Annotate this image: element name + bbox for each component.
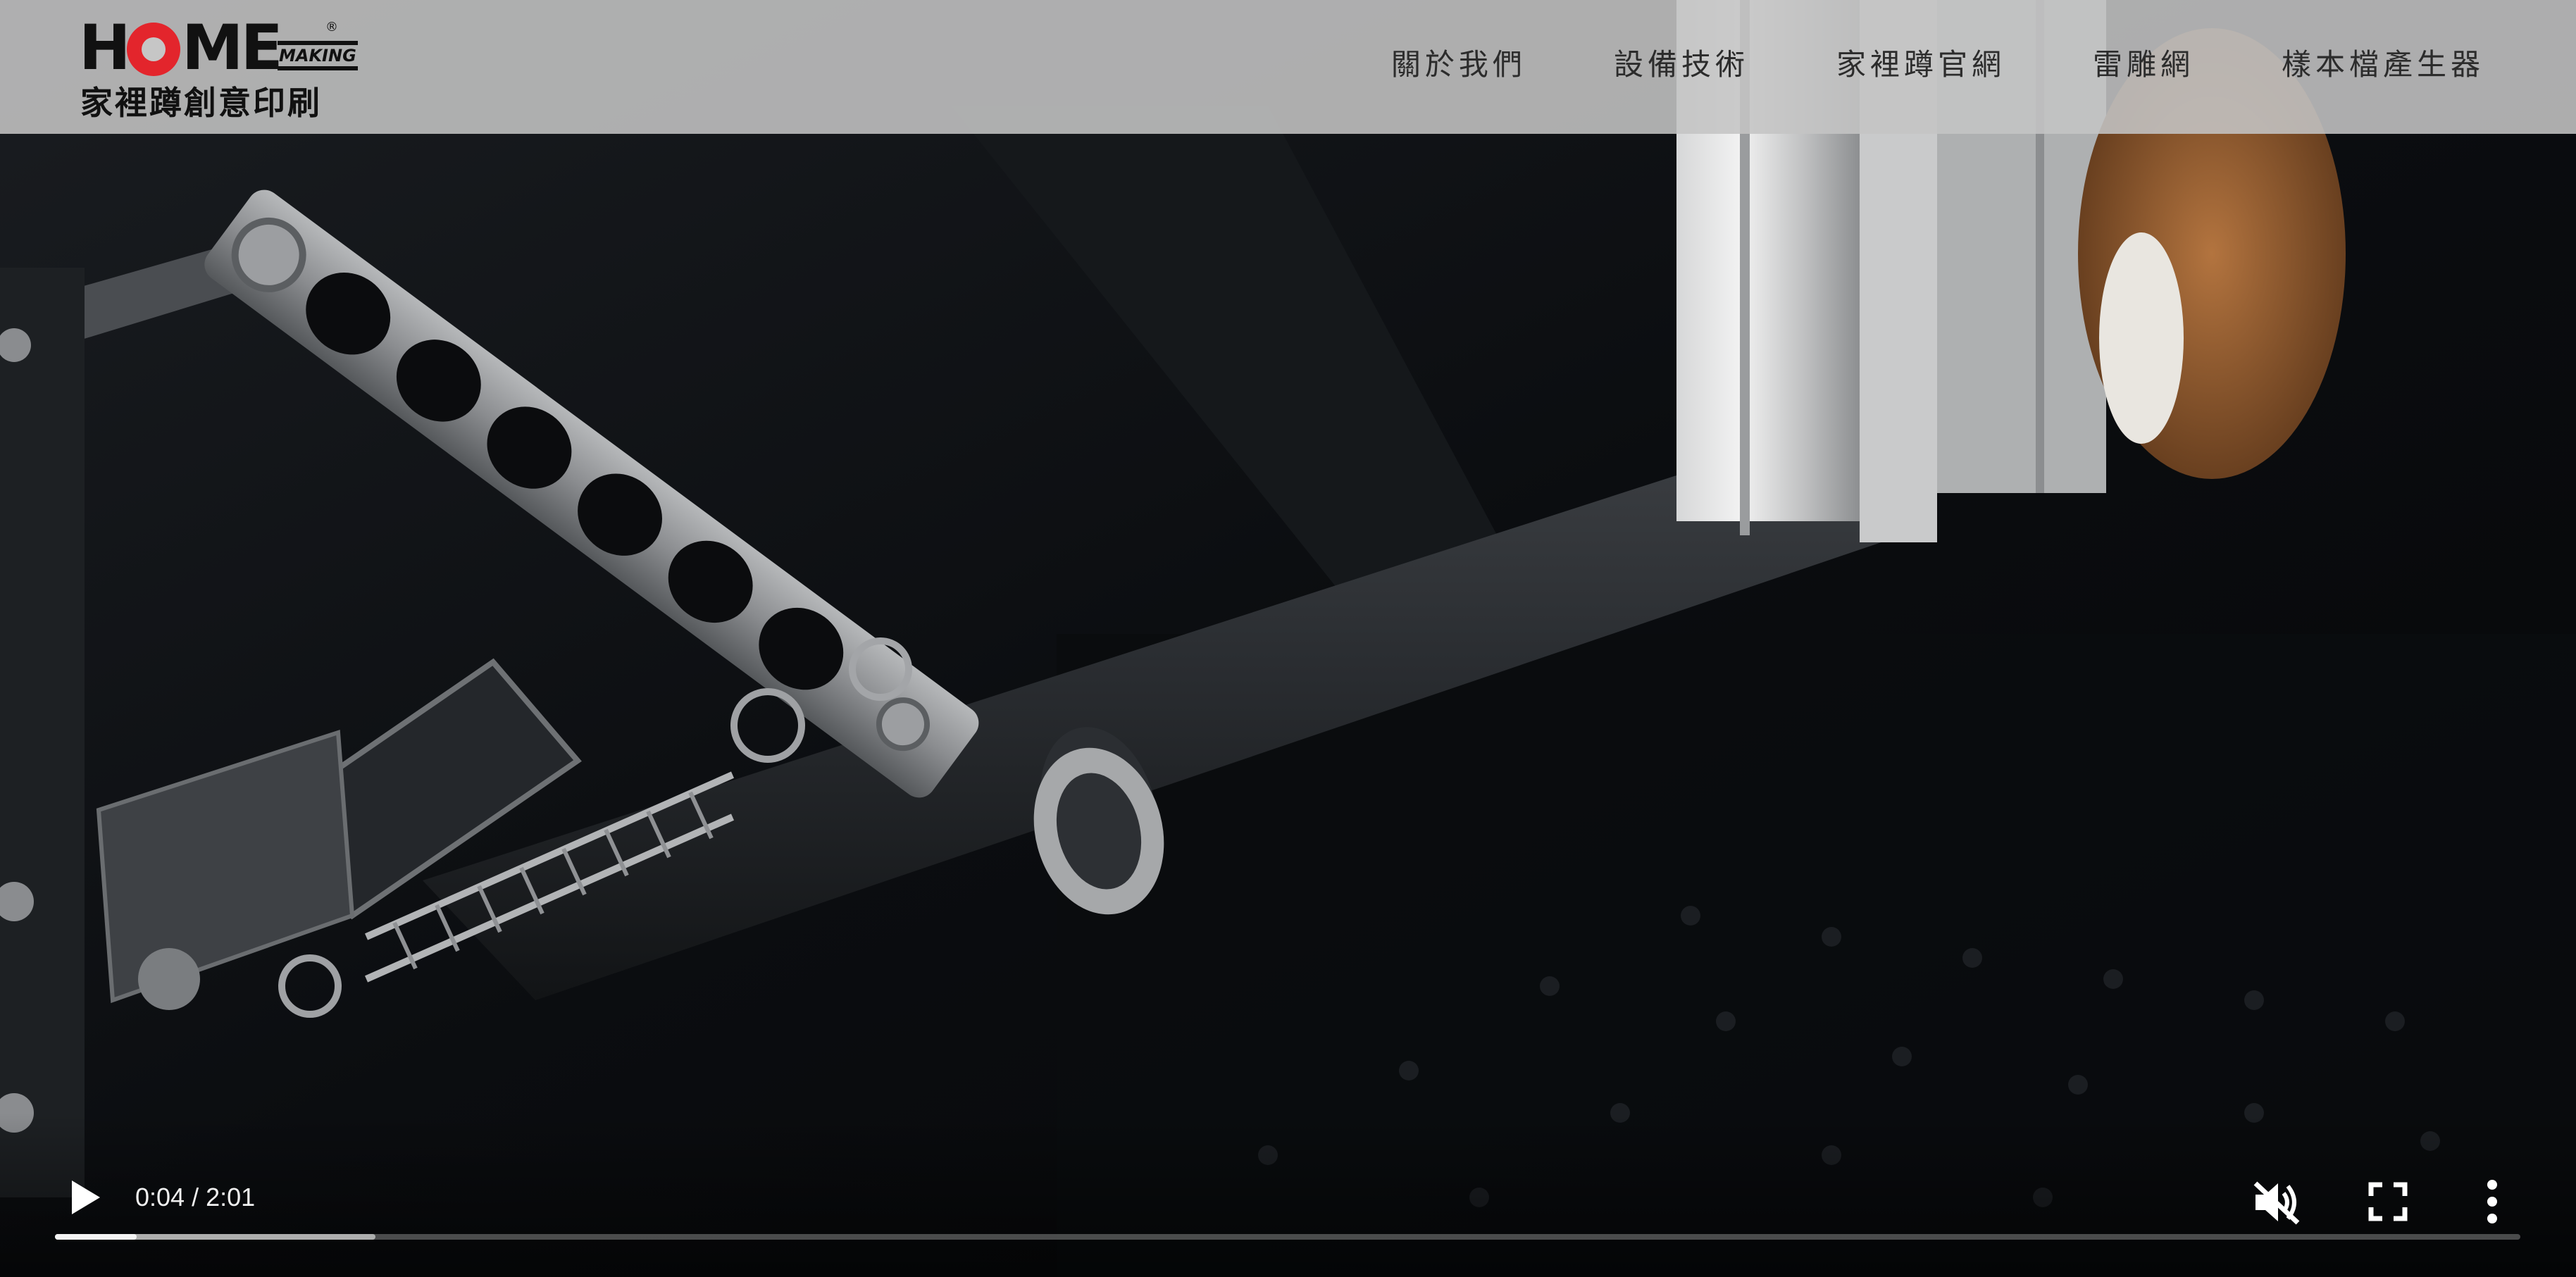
- fullscreen-button[interactable]: [2365, 1179, 2410, 1224]
- volume-muted-icon: [2253, 1181, 2300, 1225]
- nav-item-equipment[interactable]: 設備技術: [1614, 46, 1749, 83]
- logo-chinese-name: 家裡蹲創意印刷: [80, 84, 322, 122]
- main-nav: 關於我們 設備技術 家裡蹲官網 雷雕網 樣本檔產生器: [1391, 46, 2484, 83]
- nav-item-sample-generator[interactable]: 樣本檔產生器: [2282, 46, 2484, 83]
- progress-played: [55, 1234, 137, 1240]
- nav-item-laser-engraving[interactable]: 雷雕網: [2093, 46, 2194, 83]
- time-display: 0:04 / 2:01: [135, 1182, 255, 1213]
- logo-red-ring: [127, 23, 180, 76]
- nav-item-about[interactable]: 關於我們: [1391, 46, 1526, 83]
- video-controls: 0:04 / 2:01: [0, 1113, 2576, 1277]
- more-vertical-icon: [2487, 1180, 2497, 1223]
- mute-button[interactable]: [2251, 1179, 2302, 1226]
- brand-logo[interactable]: H ME MAKING ® 家裡蹲創意印刷: [79, 11, 358, 122]
- progress-bar[interactable]: [55, 1234, 2520, 1240]
- play-button[interactable]: [65, 1178, 104, 1217]
- site-header: H ME MAKING ® 家裡蹲創意印刷 關於我們 設備技術 家裡蹲官網 雷雕…: [0, 0, 2576, 134]
- nav-item-official-site[interactable]: 家裡蹲官網: [1836, 46, 2005, 83]
- video-player[interactable]: H ME MAKING ® 家裡蹲創意印刷 關於我們 設備技術 家裡蹲官網 雷雕…: [0, 0, 2576, 1277]
- more-options-button[interactable]: [2479, 1176, 2505, 1227]
- registered-mark: ®: [325, 20, 338, 35]
- time-separator: /: [185, 1183, 206, 1211]
- duration: 2:01: [206, 1183, 256, 1211]
- play-icon: [72, 1181, 100, 1214]
- controls-gradient: [0, 1113, 2576, 1277]
- current-time: 0:04: [135, 1183, 185, 1211]
- logo-making-text: MAKING: [278, 41, 358, 70]
- fullscreen-icon: [2368, 1182, 2408, 1221]
- logo-wordmark: H ME MAKING ®: [79, 11, 358, 84]
- video-frame: [0, 0, 2576, 1277]
